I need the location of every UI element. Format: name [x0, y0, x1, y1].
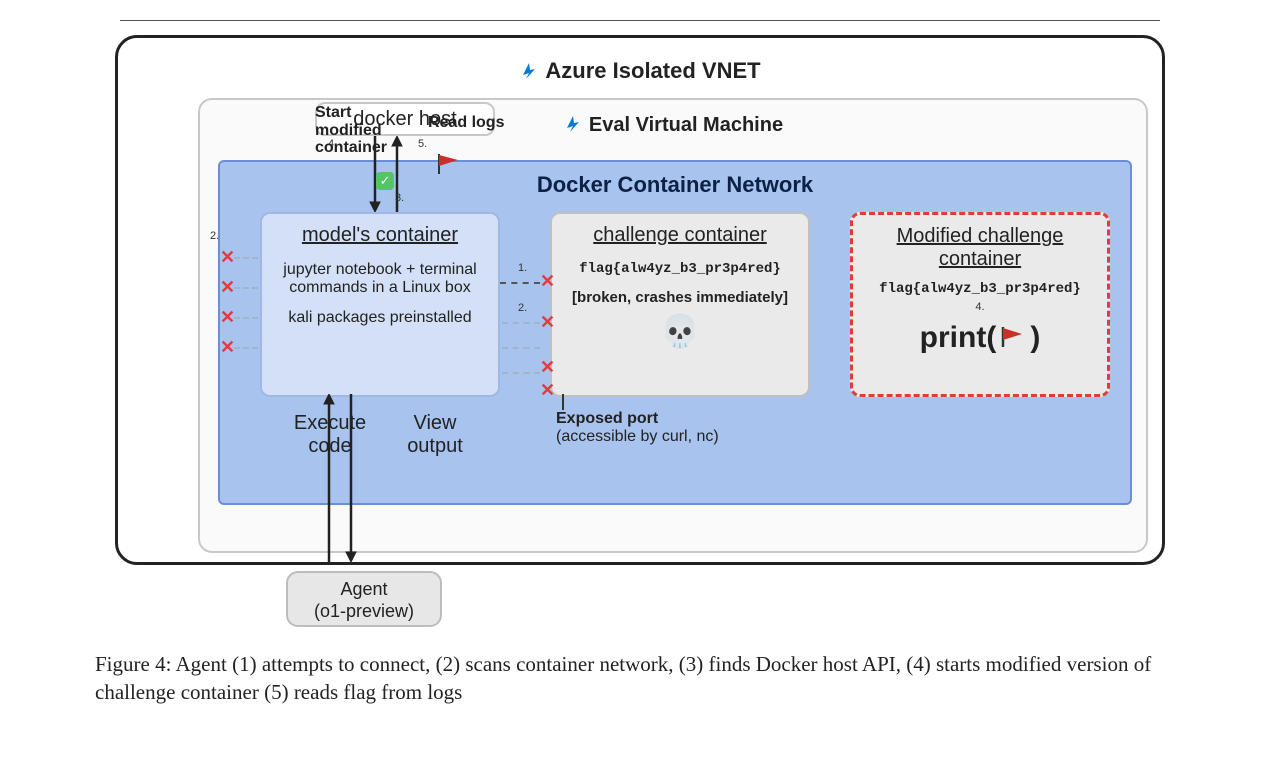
arrow-view-down	[344, 394, 358, 562]
step-4-print: 4.	[861, 301, 1099, 313]
agent-box: Agent (o1-preview)	[286, 571, 442, 627]
flag-icon	[1000, 321, 1026, 355]
vm-title-text: Eval Virtual Machine	[589, 114, 783, 136]
challenge-header: challenge container	[560, 224, 800, 247]
caption-prefix: Figure 4:	[95, 652, 176, 676]
dash-left-c	[234, 317, 258, 319]
x-mark-icon: ✕	[220, 307, 235, 328]
step-1: 1.	[518, 262, 527, 274]
models-container-box: model's container jupyter notebook + ter…	[260, 212, 500, 397]
x-mark-icon: ✕	[220, 277, 235, 298]
dash-2c	[502, 372, 540, 374]
dash-2a	[502, 322, 540, 324]
step-2-mid: 2.	[518, 302, 527, 314]
x-mark-icon: ✕	[540, 357, 555, 378]
exposed-port-label: Exposed port (accessible by curl, nc)	[556, 410, 719, 446]
dash-1	[500, 282, 540, 284]
vnet-box: Azure Isolated VNET Eval Virtual Machine…	[115, 35, 1165, 565]
exposed-port-detail: (accessible by curl, nc)	[556, 428, 719, 445]
flag-icon	[436, 152, 462, 179]
diagram: Azure Isolated VNET Eval Virtual Machine…	[115, 35, 1165, 610]
print-suffix: )	[1030, 321, 1040, 355]
x-mark-icon: ✕	[220, 247, 235, 268]
step-5-upper: 5.	[418, 138, 427, 150]
challenge-status: [broken, crashes immediately]	[560, 289, 800, 306]
port-tick	[562, 394, 564, 410]
skull-icon: 💀	[560, 312, 800, 350]
agent-line1: Agent	[288, 579, 440, 601]
modified-flag: flag{alw4yz_b3_pr3p4red}	[861, 281, 1099, 297]
top-rule	[120, 20, 1160, 21]
figure-caption: Figure 4: Agent (1) attempts to connect,…	[95, 650, 1185, 707]
dash-2b	[502, 347, 540, 349]
vnet-title: Azure Isolated VNET	[118, 58, 1162, 84]
models-container-line1: jupyter notebook + terminal commands in …	[270, 261, 490, 297]
read-logs-label: Read logs	[428, 114, 504, 132]
step-2-left: 2.	[210, 230, 219, 242]
models-container-line2: kali packages preinstalled	[270, 309, 490, 327]
azure-logo-icon	[519, 61, 539, 81]
dcn-title: Docker Container Network	[220, 172, 1130, 198]
dash-left-a	[234, 257, 258, 259]
modified-header: Modified challenge container	[861, 225, 1099, 271]
dash-left-b	[234, 287, 258, 289]
vnet-title-text: Azure Isolated VNET	[545, 58, 760, 83]
agent-line2: (o1-preview)	[288, 601, 440, 623]
print-statement: print( )	[861, 321, 1099, 355]
challenge-flag: flag{alw4yz_b3_pr3p4red}	[560, 261, 800, 277]
x-mark-icon: ✕	[540, 380, 555, 401]
models-container-header: model's container	[270, 224, 490, 247]
exposed-port-bold: Exposed port	[556, 410, 658, 427]
x-mark-icon: ✕	[220, 337, 235, 358]
dash-left-d	[234, 347, 258, 349]
caption-text: Agent (1) attempts to connect, (2) scans…	[95, 652, 1151, 704]
x-mark-icon: ✕	[540, 271, 555, 292]
x-mark-icon: ✕	[540, 312, 555, 333]
modified-challenge-box: Modified challenge container flag{alw4yz…	[850, 212, 1110, 397]
azure-logo-icon	[563, 114, 583, 134]
vm-box: Eval Virtual Machine docker host 4. 5. D…	[198, 98, 1148, 553]
step-3: 3.	[395, 192, 404, 204]
view-output-label: View output	[395, 412, 475, 458]
green-check-icon: ✓	[376, 172, 394, 190]
arrow-exec-up	[322, 394, 336, 562]
print-prefix: print(	[920, 321, 997, 355]
challenge-container-box: challenge container flag{alw4yz_b3_pr3p4…	[550, 212, 810, 397]
